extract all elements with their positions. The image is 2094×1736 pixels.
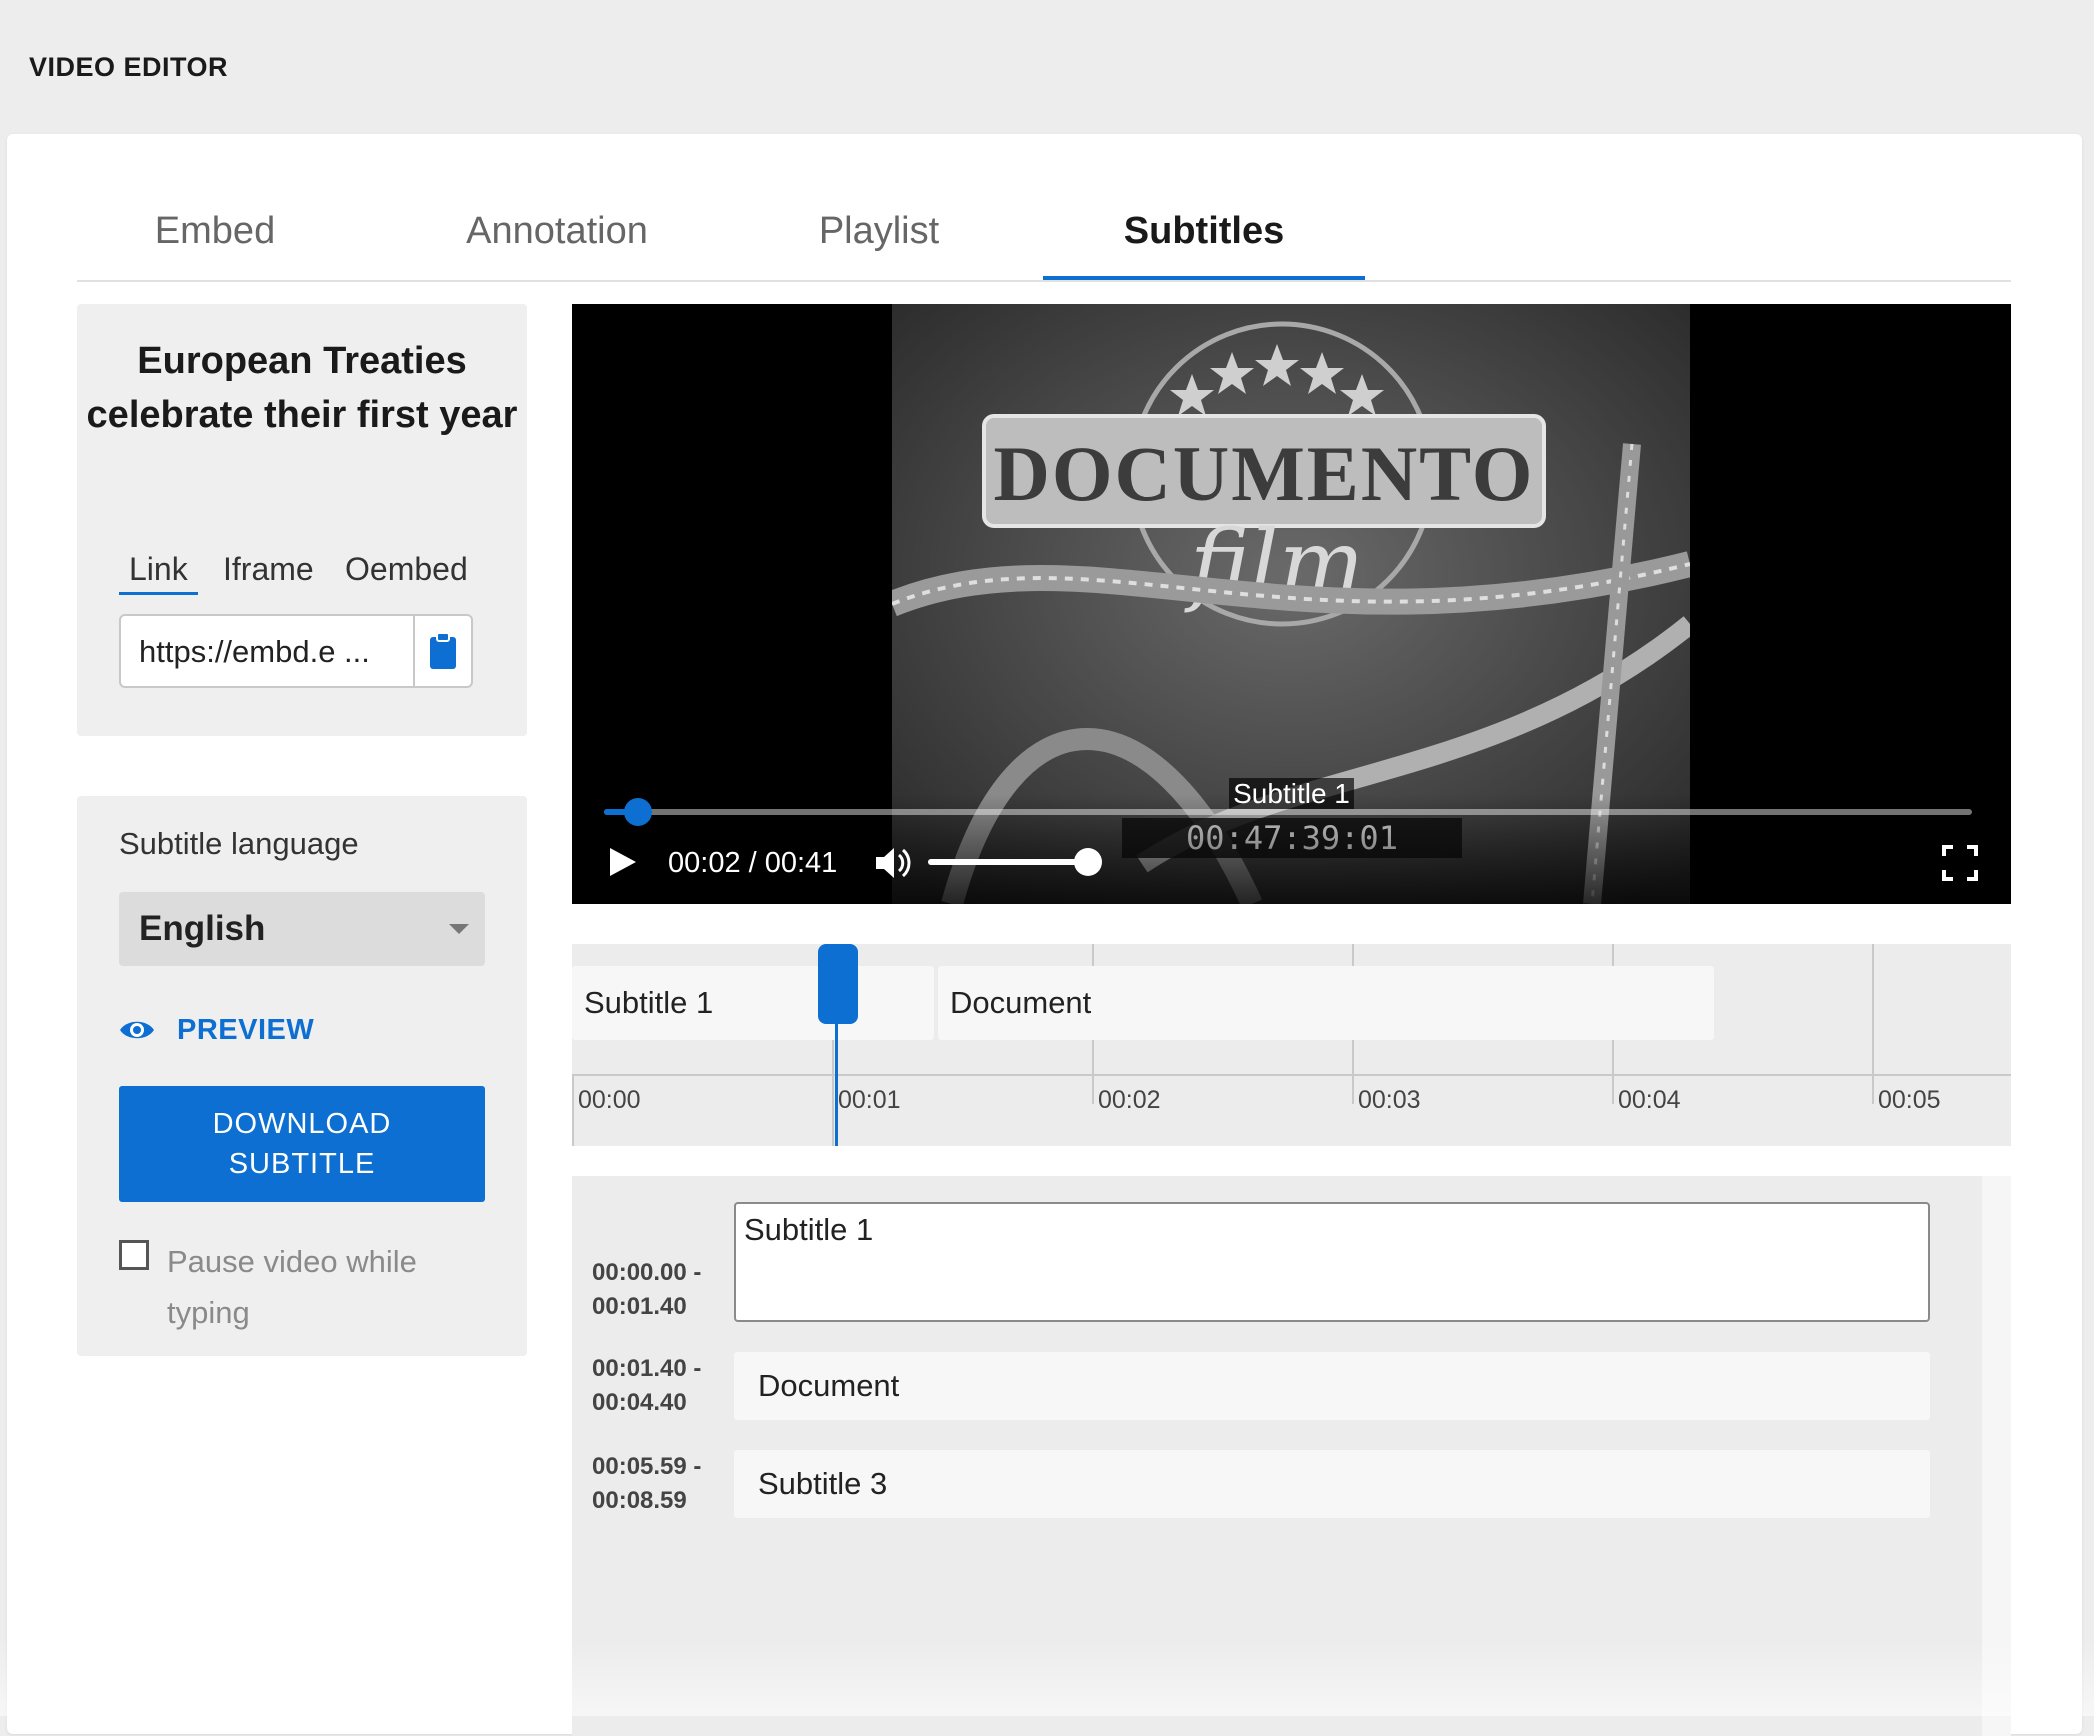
subtitle-overlay: Subtitle 1 xyxy=(572,778,2011,810)
embed-tab-link[interactable]: Link xyxy=(119,546,198,595)
timeline-block-document[interactable]: Document xyxy=(938,966,1714,1040)
subtitle-start-time: 00:01.40 - xyxy=(592,1355,702,1382)
timeline-label: 00:02 xyxy=(1098,1086,1161,1114)
subtitle-end-time: 00:04.40 xyxy=(592,1389,687,1416)
copy-url-button[interactable] xyxy=(413,616,471,686)
time-display: 00:02 / 00:41 xyxy=(668,847,838,879)
timeline-label: 00:01 xyxy=(838,1086,901,1114)
subtitle-row: 00:01.40 - 00:04.40 Document xyxy=(572,1352,1982,1420)
subtitle-timeline[interactable]: 00:00 00:01 00:02 00:03 00:04 00:05 Subt… xyxy=(572,944,2011,1146)
subtitle-time-range: 00:05.59 - 00:08.59 xyxy=(592,1450,722,1518)
preview-button[interactable]: PREVIEW xyxy=(119,1010,314,1050)
subtitle-list: 00:00.00 - 00:01.40 Subtitle 1 00:01.40 … xyxy=(572,1176,1982,1736)
embed-tabs: Link Iframe Oembed xyxy=(119,546,499,598)
subtitle-overlay-text: Subtitle 1 xyxy=(1229,778,1354,809)
embed-url-field[interactable]: https://embd.e ... xyxy=(119,614,473,688)
subtitle-list-scrollbar[interactable] xyxy=(1982,1176,2011,1736)
embed-url-text[interactable]: https://embd.e ... xyxy=(139,616,409,688)
subtitle-text-editor[interactable]: Subtitle 1 xyxy=(734,1202,1930,1322)
timeline-block-label: Document xyxy=(950,985,1092,1020)
timeline-drag-handle[interactable] xyxy=(818,944,858,1024)
pause-while-typing-checkbox[interactable] xyxy=(119,1240,149,1270)
timeline-axis xyxy=(572,1074,2011,1076)
subtitle-language-select[interactable]: English xyxy=(119,892,485,966)
subtitle-time-range: 00:00.00 - 00:01.40 xyxy=(592,1256,722,1324)
timeline-block-label: Subtitle 1 xyxy=(584,985,714,1020)
video-title: European Treaties celebrate their first … xyxy=(86,340,518,436)
subtitle-end-time: 00:01.40 xyxy=(592,1293,687,1320)
timeline-label: 00:04 xyxy=(1618,1086,1681,1114)
download-subtitle-label: DOWNLOAD SUBTITLE xyxy=(212,1108,392,1180)
embed-tab-iframe[interactable]: Iframe xyxy=(223,546,314,592)
subtitle-language-label: Subtitle language xyxy=(119,826,359,861)
volume-slider-thumb[interactable] xyxy=(1074,848,1102,876)
volume-slider[interactable] xyxy=(928,848,1102,876)
subtitle-end-time: 00:08.59 xyxy=(592,1487,687,1514)
subtitle-start-time: 00:00.00 - xyxy=(592,1259,702,1286)
timeline-tick xyxy=(572,1074,574,1146)
subtitle-text-field[interactable]: Document xyxy=(734,1352,1930,1420)
subtitle-row: 00:00.00 - 00:01.40 Subtitle 1 xyxy=(572,1202,1982,1322)
subtitle-language-value: English xyxy=(139,909,266,948)
tab-bar: Embed Annotation Playlist Subtitles xyxy=(77,190,2011,282)
timeline-label: 00:00 xyxy=(578,1086,641,1114)
subtitle-text-field[interactable]: Subtitle 3 xyxy=(734,1450,1930,1518)
preview-label: PREVIEW xyxy=(177,1013,315,1046)
clipboard-icon xyxy=(430,632,456,669)
subtitle-settings-panel: Subtitle language English PREVIEW DOWNLO… xyxy=(77,796,527,1356)
eye-icon xyxy=(120,1021,154,1039)
timeline-tick xyxy=(1872,944,1874,1104)
pause-while-typing-label[interactable]: Pause video while typing xyxy=(167,1236,467,1338)
embed-tab-oembed[interactable]: Oembed xyxy=(345,546,468,592)
volume-icon[interactable] xyxy=(872,842,914,884)
timeline-label: 00:05 xyxy=(1878,1086,1941,1114)
subtitle-row: 00:05.59 - 00:08.59 Subtitle 3 xyxy=(572,1450,1982,1518)
fullscreen-icon[interactable] xyxy=(1941,844,1979,882)
subtitle-start-time: 00:05.59 - xyxy=(592,1453,702,1480)
chevron-down-icon xyxy=(449,924,469,934)
svg-text:DOCUMENTO: DOCUMENTO xyxy=(994,430,1535,517)
seek-bar[interactable] xyxy=(604,798,1972,826)
volume-slider-fill xyxy=(928,859,1088,865)
tab-embed[interactable]: Embed xyxy=(115,190,315,278)
timeline-label: 00:03 xyxy=(1358,1086,1421,1114)
video-info-panel: European Treaties celebrate their first … xyxy=(77,304,527,736)
tab-annotation[interactable]: Annotation xyxy=(447,190,667,278)
tab-subtitles[interactable]: Subtitles xyxy=(1043,190,1365,280)
download-subtitle-button[interactable]: DOWNLOAD SUBTITLE xyxy=(119,1086,485,1202)
play-icon[interactable] xyxy=(602,842,642,882)
timeline-block-subtitle-1[interactable]: Subtitle 1 xyxy=(572,966,934,1040)
seek-bar-thumb[interactable] xyxy=(624,798,653,826)
video-player[interactable]: DOCUMENTO film 00:47:39:01 Subtitle 1 00… xyxy=(572,304,2011,904)
app-title: VIDEO EDITOR xyxy=(29,52,229,82)
tab-playlist[interactable]: Playlist xyxy=(779,190,979,278)
subtitle-time-range: 00:01.40 - 00:04.40 xyxy=(592,1352,722,1420)
